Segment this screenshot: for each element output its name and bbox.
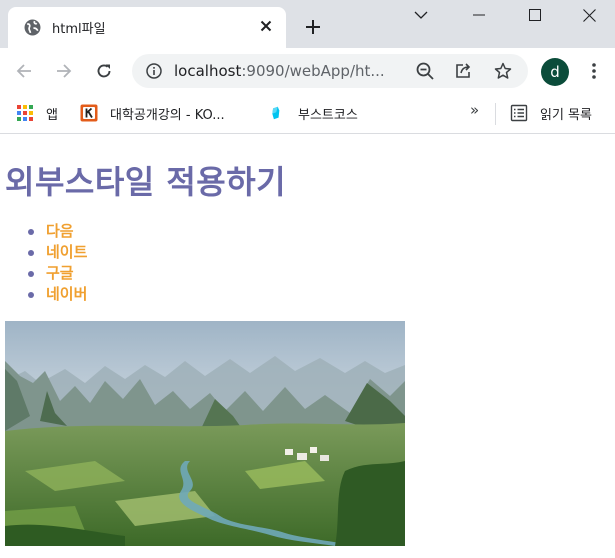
site-info-icon[interactable]	[146, 63, 162, 79]
browser-toolbar: localhost:9090/webApp/ht... d	[0, 48, 615, 94]
apps-grid-icon	[17, 105, 33, 121]
bookmark-label: 앱	[46, 107, 58, 123]
link-list: 다음 네이트 구글 네이버	[24, 221, 87, 305]
reading-list-icon	[510, 104, 528, 122]
zoom-out-icon[interactable]	[414, 60, 436, 82]
landscape-image	[5, 321, 405, 546]
bookmark-label: 대학공개강의 - KO...	[110, 107, 225, 123]
bookmark-label: 부스트코스	[298, 107, 358, 123]
browser-tab[interactable]: html파일	[8, 7, 286, 48]
forward-arrow-icon[interactable]	[50, 57, 78, 85]
back-arrow-icon[interactable]	[10, 57, 38, 85]
tab-strip: html파일	[0, 0, 615, 48]
close-tab-icon[interactable]	[256, 16, 276, 36]
profile-avatar[interactable]: d	[541, 58, 569, 86]
boostcourse-icon	[272, 106, 280, 120]
page-title: 외부스타일 적용하기	[5, 163, 287, 201]
url-path: :9090/webApp/ht...	[241, 62, 385, 80]
bookmarks-divider	[495, 103, 496, 125]
url-text[interactable]: localhost:9090/webApp/ht...	[174, 62, 385, 80]
bookmarks-bar: 앱 대학공개강의 - KO... 부스트코스 » 읽기 목록	[0, 94, 615, 134]
link-daum[interactable]: 다음	[24, 221, 87, 242]
reload-icon[interactable]	[90, 57, 118, 85]
link-naver[interactable]: 네이버	[24, 284, 87, 305]
globe-icon	[24, 19, 41, 36]
maximize-icon[interactable]	[512, 0, 558, 30]
reading-list-button[interactable]: 읽기 목록	[510, 102, 592, 124]
bookmark-star-icon[interactable]	[492, 60, 514, 82]
bookmark-apps[interactable]: 앱	[16, 102, 58, 124]
minimize-icon[interactable]	[456, 0, 502, 30]
tab-search-chevron-icon[interactable]	[398, 0, 444, 30]
address-bar[interactable]: localhost:9090/webApp/ht...	[132, 54, 528, 88]
link-google[interactable]: 구글	[24, 263, 87, 284]
kebab-menu-icon[interactable]	[584, 59, 604, 83]
new-tab-icon[interactable]	[302, 16, 324, 38]
bookmark-kocw[interactable]: 대학공개강의 - KO...	[80, 102, 225, 124]
bookmark-boostcourse[interactable]: 부스트코스	[270, 102, 358, 124]
url-host: localhost	[174, 62, 242, 80]
bookmarks-overflow-chevron[interactable]: »	[470, 101, 479, 119]
reading-list-label: 읽기 목록	[540, 107, 592, 123]
kocw-icon	[80, 104, 98, 122]
share-icon[interactable]	[452, 60, 474, 82]
tab-title: html파일	[52, 22, 106, 37]
link-nate[interactable]: 네이트	[24, 242, 87, 263]
window-close-icon[interactable]	[566, 0, 612, 30]
